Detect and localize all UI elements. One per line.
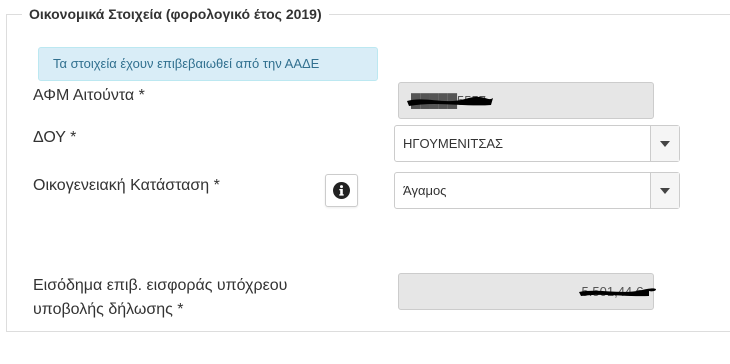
page: Οικονομικά Στοιχεία (φορολογικό έτος 201…: [0, 0, 730, 364]
doy-select[interactable]: ΗΓΟΥΜΕΝΙΤΣΑΣ: [394, 125, 680, 162]
info-circle-icon: [333, 182, 350, 199]
afm-field: █████5557: [398, 82, 654, 119]
redaction-mark: [579, 288, 657, 297]
verified-alert: Τα στοιχεία έχουν επιβεβαιωθεί από την Α…: [38, 47, 378, 81]
doy-selected-value: ΗΓΟΥΜΕΝΙΤΣΑΣ: [403, 136, 504, 151]
afm-label: ΑΦΜ Αιτούντα *: [33, 87, 145, 104]
info-button[interactable]: [325, 174, 358, 207]
chevron-down-icon[interactable]: [650, 173, 679, 208]
marital-label: Οικογενειακή Κατάσταση *: [33, 177, 220, 194]
marital-select[interactable]: Άγαμος: [394, 172, 680, 209]
income-label-line1: Εισόδημα επιβ. εισφοράς υπόχρεου: [33, 277, 288, 294]
fieldset-legend: Οικονομικά Στοιχεία (φορολογικό έτος 201…: [22, 3, 329, 25]
redaction-mark: [407, 96, 493, 106]
income-label-line2: υποβολής δήλωσης *: [33, 301, 184, 318]
income-field: 5.501,44 €: [398, 273, 657, 310]
chevron-down-icon[interactable]: [650, 126, 679, 161]
doy-label: ΔΟΥ *: [33, 129, 77, 146]
marital-selected-value: Άγαμος: [403, 183, 447, 198]
